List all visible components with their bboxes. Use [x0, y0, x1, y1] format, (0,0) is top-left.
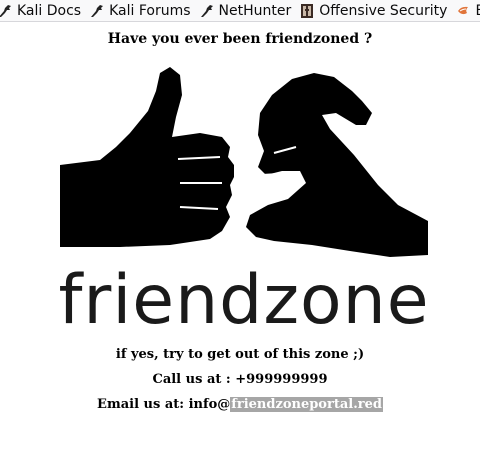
bookmark-kali-forums[interactable]: Kali Forums: [86, 0, 195, 21]
phone-text: Call us at : +999999999: [152, 372, 328, 387]
thumbs-up-hand-icon: [60, 67, 234, 247]
friendzone-wordmark: friendzone: [60, 261, 428, 338]
heart-hand-icon: [246, 73, 428, 257]
bookmark-label: Ex: [475, 3, 480, 19]
email-domain-highlight[interactable]: friendzoneportal.red: [230, 397, 383, 412]
bookmark-nethunter[interactable]: NetHunter: [196, 0, 297, 21]
offsec-logo-icon: [299, 3, 315, 19]
page-heading: Have you ever been friendzoned ?: [107, 31, 373, 47]
bookmark-label: NetHunter: [218, 2, 292, 19]
bookmarks-toolbar: Kali Docs Kali Forums NetHunter Offensiv…: [0, 0, 480, 22]
bookmark-offensive-security[interactable]: Offensive Security: [296, 0, 452, 21]
bookmark-label: Kali Forums: [109, 2, 191, 19]
bookmark-label: Kali Docs: [17, 2, 82, 19]
bookmark-exploit-db[interactable]: Ex: [452, 0, 480, 21]
email-text: Email us at: info@friendzoneportal.red: [0, 397, 480, 413]
exploit-db-icon: [455, 3, 471, 19]
escape-zone-text: if yes, try to get out of this zone ;): [115, 347, 365, 362]
kali-dragon-icon: [89, 3, 105, 19]
kali-dragon-icon: [199, 3, 215, 19]
kali-dragon-icon: [0, 3, 13, 19]
bookmark-label: Offensive Security: [319, 2, 448, 19]
bookmark-kali-docs[interactable]: Kali Docs: [0, 0, 86, 21]
email-prefix: Email us at: info@: [97, 397, 231, 412]
friendzone-image: friendzone: [60, 55, 428, 338]
